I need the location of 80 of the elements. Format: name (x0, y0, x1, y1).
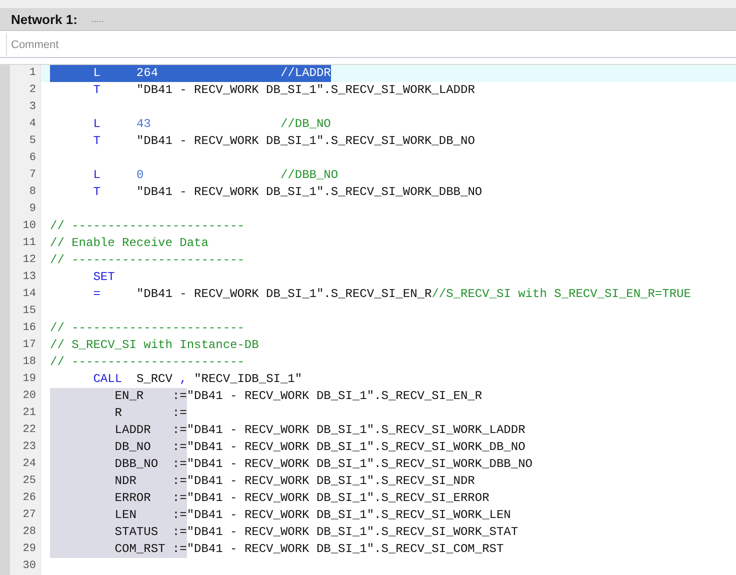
keyword: T (93, 83, 100, 97)
line-number: 8 (29, 185, 37, 200)
parameter-name: ERROR := (50, 490, 187, 507)
line-number: 11 (22, 236, 37, 251)
line-number: 10 (22, 219, 37, 234)
line-number: 29 (22, 542, 37, 557)
code-comment: //DBB_NO (280, 168, 338, 182)
network-title: Network 1: (11, 12, 78, 26)
line-number: 26 (22, 491, 37, 506)
line-number: 21 (22, 406, 37, 421)
code-comment: // ------------------------ (50, 253, 244, 267)
parameter-name: LEN := (50, 507, 187, 524)
line-number: 15 (22, 304, 37, 319)
code-text: "DB41 - RECV_WORK DB_SI_1".S_RECV_SI_WORK_DB_NO (136, 134, 475, 148)
code-comment: // ------------------------ (50, 321, 244, 335)
code-comment: // ------------------------ (50, 219, 244, 233)
parameter-name: COM_RST := (50, 541, 187, 558)
keyword: L (50, 65, 136, 82)
line-number: 7 (29, 168, 37, 183)
code-text: "DB41 - RECV_WORK DB_SI_1".S_RECV_SI_EN_R (186, 389, 482, 403)
line-number: 17 (22, 338, 37, 353)
code-text: "RECV_IDB_SI_1" (194, 372, 302, 386)
line-number: 23 (22, 440, 37, 455)
code-comment: //S_RECV_SI with S_RECV_SI_EN_R=TRUE (432, 287, 691, 301)
line-number: 1 (29, 66, 37, 81)
line-number: 14 (22, 287, 37, 302)
keyword: SET (93, 270, 115, 284)
line-number: 3 (29, 100, 37, 115)
line-number: 16 (22, 321, 37, 336)
parameter-name: EN_R := (50, 388, 187, 405)
code-text: "DB41 - RECV_WORK DB_SI_1".S_RECV_SI_ERROR (186, 491, 490, 505)
line-number: 22 (22, 423, 37, 438)
code-comment: //LADDR (280, 65, 331, 82)
keyword: CALL (93, 372, 122, 386)
line-number: 20 (22, 389, 37, 404)
line-number: 18 (22, 355, 37, 370)
keyword: , (180, 372, 187, 386)
network-dots: ..... (91, 14, 104, 24)
code-text: "DB41 - RECV_WORK DB_SI_1".S_RECV_SI_EN_R (136, 287, 432, 301)
code-text: "DB41 - RECV_WORK DB_SI_1".S_RECV_SI_WORK_DBB_NO (136, 185, 482, 199)
parameter-name: LADDR := (50, 422, 187, 439)
code-comment: // ------------------------ (50, 355, 244, 369)
line-number: 5 (29, 134, 37, 149)
line-number: 9 (29, 202, 37, 217)
code-text: S_RCV (136, 372, 172, 386)
parameter-name: STATUS := (50, 524, 187, 541)
line-number: 24 (22, 457, 37, 472)
keyword: L (93, 168, 100, 182)
keyword: T (93, 185, 100, 199)
line-number: 4 (29, 117, 37, 132)
code-comment: // Enable Receive Data (50, 236, 208, 250)
parameter-name: DBB_NO := (50, 456, 187, 473)
line-number: 30 (22, 559, 37, 574)
line-number: 2 (29, 83, 37, 98)
parameter-name: NDR := (50, 473, 187, 490)
code-text: "DB41 - RECV_WORK DB_SI_1".S_RECV_SI_NDR (186, 474, 475, 488)
code-text: "DB41 - RECV_WORK DB_SI_1".S_RECV_SI_COM_RST (186, 542, 504, 556)
parameter-name: DB_NO := (50, 439, 187, 456)
code-text: "DB41 - RECV_WORK DB_SI_1".S_RECV_SI_WORK_DBB_NO (186, 457, 532, 471)
keyword: T (93, 134, 100, 148)
keyword: L (93, 117, 100, 131)
number-literal: 264 (136, 65, 280, 82)
line-number: 25 (22, 474, 37, 489)
code-comment: // S_RECV_SI with Instance-DB (50, 338, 259, 352)
code-text: "DB41 - RECV_WORK DB_SI_1".S_RECV_SI_WORK_LADDR (186, 423, 526, 437)
parameter-name: R := (50, 405, 187, 422)
line-number: 6 (29, 151, 37, 166)
code-text: "DB41 - RECV_WORK DB_SI_1".S_RECV_SI_WORK_LADDR (136, 83, 475, 97)
keyword: = (93, 287, 100, 301)
line-number: 13 (22, 270, 37, 285)
line-number: 27 (22, 508, 37, 523)
number-literal: 0 (136, 168, 144, 182)
line-number: 19 (22, 372, 37, 387)
line-number: 12 (22, 253, 37, 268)
code-text: "DB41 - RECV_WORK DB_SI_1".S_RECV_SI_WORK_DB_NO (186, 440, 526, 454)
code-comment: //DB_NO (280, 117, 331, 131)
code-text: "DB41 - RECV_WORK DB_SI_1".S_RECV_SI_WORK_STAT (186, 525, 518, 539)
code-text: "DB41 - RECV_WORK DB_SI_1".S_RECV_SI_WORK_LEN (186, 508, 511, 522)
line-number: 28 (22, 525, 37, 540)
number-literal: 43 (136, 117, 151, 131)
